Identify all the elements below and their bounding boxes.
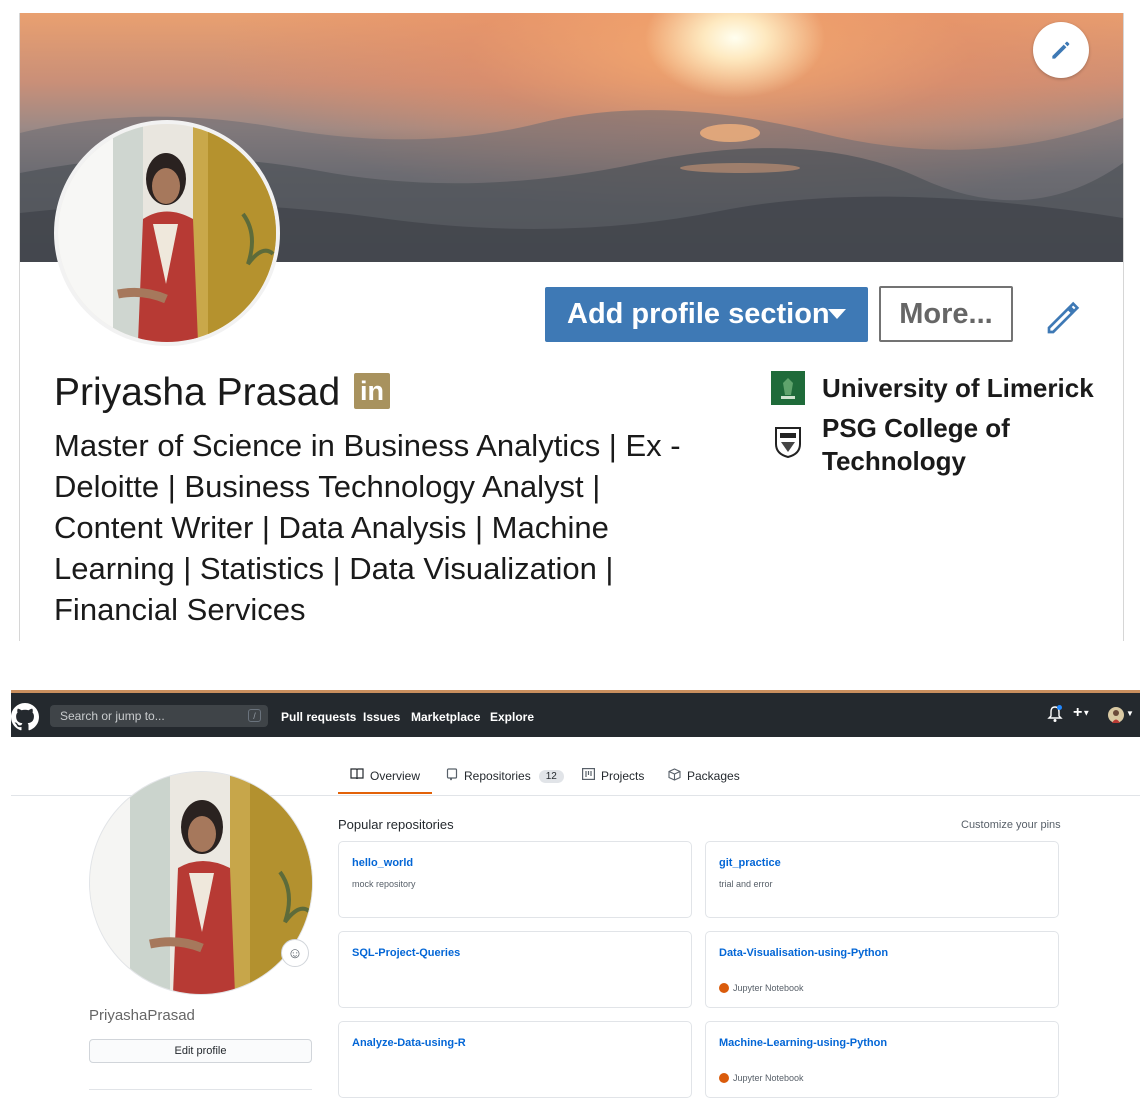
tab-repositories[interactable]: Repositories 12: [446, 768, 564, 784]
repo-language: Jupyter Notebook: [719, 983, 804, 993]
repo-icon: [446, 768, 458, 784]
repo-card: hello_world mock repository: [338, 841, 692, 918]
search-input[interactable]: Search or jump to... /: [50, 705, 268, 727]
language-color-dot: [719, 983, 729, 993]
profile-username: PriyashaPrasad: [89, 1007, 195, 1024]
repo-card: SQL-Project-Queries: [338, 931, 692, 1008]
repository-count-badge: 12: [538, 769, 564, 783]
university-limerick-logo: [771, 371, 805, 405]
psg-college-logo: [771, 424, 805, 459]
edit-profile-button[interactable]: Edit profile: [89, 1039, 312, 1063]
profile-headline: Master of Science in Business Analytics …: [54, 428, 681, 627]
repo-description: mock repository: [352, 879, 416, 889]
pencil-icon: [1052, 41, 1070, 59]
repo-name-link[interactable]: SQL-Project-Queries: [352, 947, 460, 959]
tab-label: Packages: [687, 769, 740, 783]
add-profile-section-label: Add profile section: [567, 298, 830, 330]
linkedin-profile-card: Add profile section More... Priyasha Pra…: [19, 13, 1124, 641]
education-name-line2: Technology: [822, 446, 966, 476]
repo-card: git_practice trial and error: [705, 841, 1059, 918]
github-header: Search or jump to... / Pull requests Iss…: [11, 693, 1140, 737]
tab-label: Repositories: [464, 769, 531, 783]
repo-language: Jupyter Notebook: [719, 1073, 804, 1083]
repo-name-link[interactable]: Analyze-Data-using-R: [352, 1037, 466, 1049]
avatar: [54, 120, 280, 346]
repo-card: Data-Visualisation-using-Python Jupyter …: [705, 931, 1059, 1008]
set-status-emoji-button[interactable]: ☺: [281, 939, 309, 967]
repo-name-link[interactable]: hello_world: [352, 857, 413, 869]
active-tab-indicator: [338, 792, 432, 794]
repo-card: Machine-Learning-using-Python Jupyter No…: [705, 1021, 1059, 1098]
create-new-plus-icon[interactable]: +▼: [1073, 704, 1090, 722]
smiley-icon: ☺: [287, 944, 303, 962]
notifications-bell-icon[interactable]: [1047, 705, 1063, 728]
tab-overview[interactable]: Overview: [350, 768, 420, 783]
search-placeholder: Search or jump to...: [60, 709, 165, 723]
avatar[interactable]: [89, 771, 313, 995]
repo-card: Analyze-Data-using-R: [338, 1021, 692, 1098]
education-name: University of Limerick: [822, 373, 1094, 403]
tab-label: Overview: [370, 768, 421, 783]
popular-repositories-heading: Popular repositories: [338, 817, 454, 832]
tab-projects[interactable]: Projects: [582, 768, 644, 783]
more-button[interactable]: More...: [879, 286, 1013, 342]
customize-pins-link[interactable]: Customize your pins: [961, 819, 1061, 831]
language-name: Jupyter Notebook: [733, 1073, 804, 1083]
repo-description: trial and error: [719, 879, 773, 889]
tab-label: Projects: [601, 768, 645, 783]
book-icon: [350, 768, 364, 783]
language-color-dot: [719, 1073, 729, 1083]
pencil-icon: [1047, 301, 1080, 334]
education-name-line1: PSG College of: [822, 413, 1010, 443]
linkedin-logo-badge: in: [354, 373, 390, 409]
nav-explore[interactable]: Explore: [490, 710, 534, 724]
tab-packages[interactable]: Packages: [668, 768, 740, 784]
repo-name-link[interactable]: Machine-Learning-using-Python: [719, 1037, 887, 1049]
nav-issues[interactable]: Issues: [363, 710, 400, 724]
profile-name: Priyasha Prasad: [54, 371, 341, 414]
caret-down-icon: [828, 309, 846, 319]
nav-marketplace[interactable]: Marketplace: [411, 710, 480, 724]
user-menu-avatar[interactable]: ▼: [1108, 707, 1134, 728]
sidebar-divider: [89, 1089, 312, 1090]
github-logo-icon[interactable]: [11, 703, 39, 731]
language-name: Jupyter Notebook: [733, 983, 804, 993]
edit-cover-button[interactable]: [1033, 22, 1089, 78]
chevron-down-icon: ▼: [1126, 709, 1134, 718]
nav-pull-requests[interactable]: Pull requests: [281, 710, 356, 724]
add-profile-section-button[interactable]: Add profile section: [545, 287, 868, 342]
project-icon: [582, 768, 596, 783]
package-icon: [668, 768, 681, 784]
slash-shortcut-hint: /: [248, 709, 261, 722]
edit-intro-button[interactable]: [1044, 297, 1084, 337]
repo-name-link[interactable]: Data-Visualisation-using-Python: [719, 947, 888, 959]
repo-name-link[interactable]: git_practice: [719, 857, 781, 869]
